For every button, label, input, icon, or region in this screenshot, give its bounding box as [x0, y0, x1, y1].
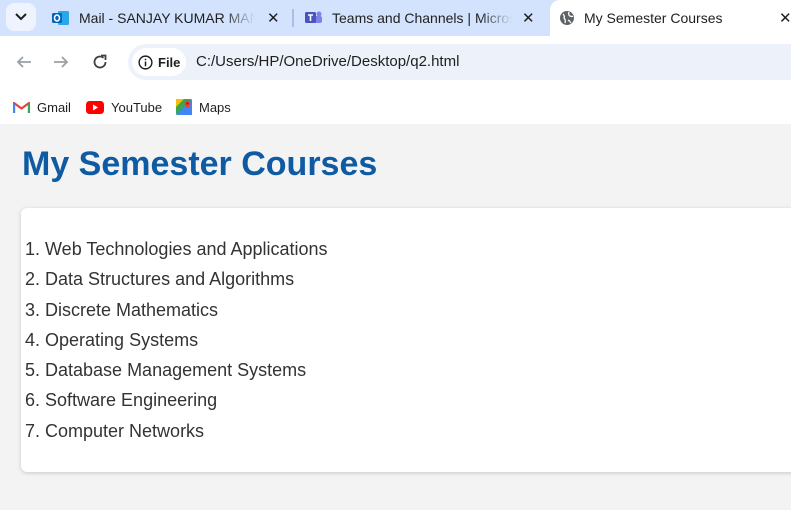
- course-item: 2. Data Structures and Algorithms: [25, 269, 295, 290]
- bookmarks-bar: Gmail YouTube Maps: [0, 90, 791, 124]
- browser-toolbar: File C:/Users/HP/OneDrive/Desktop/q2.htm…: [0, 36, 791, 90]
- site-info-label: File: [158, 54, 181, 70]
- bookmark-gmail[interactable]: Gmail: [13, 96, 71, 118]
- tab-title: Teams and Channels | Microsoft Teams: [332, 10, 512, 26]
- course-item: 1. Web Technologies and Applications: [25, 239, 328, 259]
- gmail-icon: [13, 101, 30, 113]
- arrow-right-icon: [54, 56, 69, 68]
- tab-teams[interactable]: Teams and Channels | Microsoft Teams ✕: [298, 0, 544, 36]
- chevron-down-icon: [15, 13, 27, 21]
- page-heading: My Semester Courses: [22, 145, 378, 183]
- tab-separator: [292, 9, 294, 27]
- maps-icon: [176, 99, 192, 115]
- tab-search-button[interactable]: [6, 3, 36, 31]
- forward-button[interactable]: [47, 48, 75, 76]
- bookmark-maps[interactable]: Maps: [176, 96, 231, 118]
- tab-mail[interactable]: Mail - SANJAY KUMAR MANDAL ✕: [44, 0, 290, 36]
- page-content: My Semester Courses 1. Web Technologies …: [0, 124, 791, 510]
- course-item: 3. Discrete Mathematics: [25, 299, 219, 320]
- bookmark-youtube[interactable]: YouTube: [86, 96, 162, 118]
- youtube-icon: [86, 100, 104, 114]
- tab-semester-courses[interactable]: My Semester Courses ✕: [550, 0, 791, 36]
- reload-icon: [93, 54, 107, 69]
- bookmark-label: YouTube: [111, 99, 163, 115]
- address-bar[interactable]: File C:/Users/HP/OneDrive/Desktop/q2.htm…: [128, 44, 791, 80]
- course-list: 1. Web Technologies and Applications 2. …: [25, 236, 328, 448]
- reload-button[interactable]: [86, 48, 114, 76]
- close-tab-icon[interactable]: ✕: [522, 9, 535, 27]
- bookmark-label: Maps: [199, 99, 231, 115]
- courses-card: 1. Web Technologies and Applications 2. …: [21, 208, 791, 472]
- url-text[interactable]: C:/Users/HP/OneDrive/Desktop/q2.html: [196, 53, 459, 70]
- site-info-chip[interactable]: File: [132, 48, 186, 76]
- teams-icon: [305, 11, 322, 23]
- course-item: 4. Operating Systems: [25, 329, 199, 350]
- back-button[interactable]: [10, 48, 38, 76]
- tab-title: Mail - SANJAY KUMAR MANDAL: [79, 10, 255, 26]
- tab-strip: Mail - SANJAY KUMAR MANDAL ✕ Teams and C…: [0, 0, 791, 36]
- arrow-left-icon: [16, 56, 31, 68]
- tab-title: My Semester Courses: [584, 10, 723, 26]
- close-tab-icon[interactable]: ✕: [267, 9, 280, 27]
- globe-icon: [560, 11, 574, 25]
- course-item: 5. Database Management Systems: [25, 360, 307, 381]
- outlook-icon: [52, 11, 69, 25]
- bookmark-label: Gmail: [37, 99, 71, 115]
- info-icon: [138, 54, 153, 70]
- course-item: 7. Computer Networks: [25, 420, 205, 441]
- course-item: 6. Software Engineering: [25, 390, 218, 411]
- close-tab-icon[interactable]: ✕: [779, 9, 791, 27]
